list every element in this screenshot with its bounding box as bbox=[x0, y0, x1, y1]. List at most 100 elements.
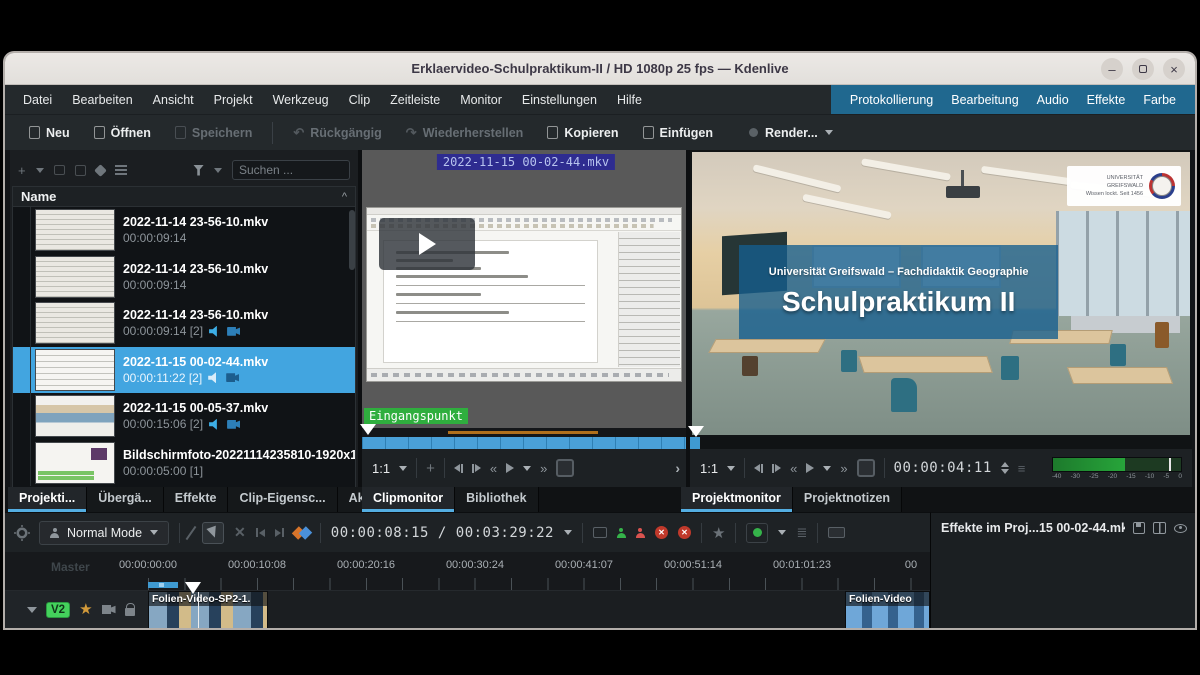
dock-tab[interactable]: Effekte bbox=[164, 487, 229, 512]
bin-column-header[interactable]: Name ^ bbox=[12, 186, 356, 207]
show-effects-icon[interactable] bbox=[1174, 524, 1187, 533]
record-button[interactable] bbox=[746, 523, 768, 543]
dock-tab[interactable]: Clip-Eigensc... bbox=[228, 487, 337, 512]
edit-mode-select[interactable]: Normal Mode bbox=[39, 521, 169, 545]
workspace-tab[interactable]: Effekte bbox=[1078, 87, 1135, 113]
video-track[interactable]: V2 ★ Folien-Video-SP2-1. Folien-Video bbox=[5, 590, 930, 628]
menu-item[interactable]: Zeitleiste bbox=[380, 87, 450, 113]
chevron-down-icon[interactable] bbox=[727, 466, 735, 471]
expand-icon[interactable]: › bbox=[675, 460, 680, 476]
dock-tab[interactable]: Bibliothek bbox=[455, 487, 538, 512]
zone-bar[interactable] bbox=[448, 431, 598, 434]
razor-tool-icon[interactable] bbox=[186, 525, 197, 539]
menu-item[interactable]: Einstellungen bbox=[512, 87, 607, 113]
loop-zone-button[interactable] bbox=[556, 459, 574, 477]
menu-item[interactable]: Bearbeiten bbox=[62, 87, 142, 113]
dock-tab[interactable]: Projektnotizen bbox=[793, 487, 902, 512]
thumbnail-view-icon[interactable] bbox=[593, 527, 607, 538]
dock-tab[interactable]: Übergä... bbox=[87, 487, 164, 512]
workspace-tab[interactable]: Farbe bbox=[1134, 87, 1185, 113]
chevron-down-icon[interactable] bbox=[36, 168, 44, 173]
chevron-down-icon[interactable] bbox=[823, 466, 831, 471]
maximize-icon[interactable] bbox=[1132, 58, 1154, 80]
hide-video-icon[interactable] bbox=[102, 605, 116, 614]
dock-tab[interactable]: Projektmonitor bbox=[681, 487, 793, 512]
chevron-down-icon[interactable] bbox=[778, 530, 786, 535]
menu-item[interactable]: Clip bbox=[339, 87, 381, 113]
folder-icon[interactable] bbox=[54, 165, 66, 175]
toolbar-button[interactable]: ↷ Wiederherstellen bbox=[394, 119, 536, 147]
select-tool-button[interactable] bbox=[202, 522, 224, 544]
project-monitor-view[interactable]: Universität Greifswald – Fachdidaktik Ge… bbox=[692, 152, 1190, 435]
rewind-icon[interactable]: « bbox=[790, 462, 797, 475]
chevron-down-icon[interactable] bbox=[523, 466, 531, 471]
render-button[interactable]: Render... bbox=[739, 120, 843, 146]
timeline-playhead-line[interactable] bbox=[198, 592, 199, 628]
zoom-level[interactable]: 1:1 bbox=[372, 461, 390, 476]
close-icon[interactable]: × bbox=[1163, 58, 1185, 80]
titlebar[interactable]: Erklaervideo-Schulpraktikum-II / HD 1080… bbox=[5, 53, 1195, 85]
goto-out-icon[interactable] bbox=[472, 464, 481, 473]
rewind-icon[interactable]: « bbox=[490, 462, 497, 475]
menu-item[interactable]: Werkzeug bbox=[263, 87, 339, 113]
toolbar-button[interactable]: Kopieren bbox=[535, 120, 630, 146]
chevron-down-icon[interactable] bbox=[564, 530, 572, 535]
play-button[interactable] bbox=[506, 463, 514, 473]
toolbar-button[interactable]: Speichern bbox=[163, 120, 264, 146]
mixer-icon[interactable]: ≣ bbox=[796, 525, 807, 541]
forward-icon[interactable]: » bbox=[540, 462, 547, 475]
monitor-seek-ruler[interactable] bbox=[362, 437, 690, 449]
add-zone-icon[interactable]: + bbox=[426, 461, 435, 476]
monitor-seek-ruler[interactable] bbox=[690, 437, 1192, 449]
insert-track-icon[interactable] bbox=[617, 533, 626, 538]
zoom-level[interactable]: 1:1 bbox=[700, 461, 718, 476]
timeline-timecode[interactable]: 00:00:08:15 / 00:03:29:22 bbox=[331, 525, 554, 541]
timeline-ruler-ticks[interactable] bbox=[148, 578, 930, 590]
playhead-marker[interactable] bbox=[688, 426, 704, 437]
search-input[interactable] bbox=[232, 160, 350, 180]
timeline-clip[interactable]: Folien-Video-SP2-1. bbox=[148, 591, 268, 628]
chevron-down-icon[interactable] bbox=[399, 466, 407, 471]
playhead-marker[interactable] bbox=[360, 424, 376, 435]
gear-icon[interactable] bbox=[19, 530, 25, 536]
extract-zone-icon[interactable] bbox=[275, 528, 284, 537]
dock-tab[interactable]: Projekti... bbox=[8, 487, 87, 512]
toolbar-button[interactable]: ↶ Rückgängig bbox=[281, 119, 393, 147]
goto-in-icon[interactable] bbox=[754, 464, 763, 473]
remove-all-space-icon[interactable]: ✕ bbox=[678, 526, 691, 539]
subtitle-tool-icon[interactable] bbox=[828, 527, 845, 538]
bin-item[interactable]: Bildschirmfoto-20221114235810-1920x108 0… bbox=[13, 440, 355, 487]
delete-track-icon[interactable] bbox=[636, 533, 645, 538]
bin-item[interactable]: 2022-11-14 23-56-10.mkv 00:00:09:14 [2] bbox=[13, 300, 355, 347]
minimize-icon[interactable]: – bbox=[1101, 58, 1123, 80]
workspace-tab[interactable]: Audio bbox=[1028, 87, 1078, 113]
menu-item[interactable]: Monitor bbox=[450, 87, 512, 113]
goto-in-icon[interactable] bbox=[454, 464, 463, 473]
loop-zone-button[interactable] bbox=[857, 459, 875, 477]
toolbar-button[interactable]: Neu bbox=[17, 120, 82, 146]
bin-item[interactable]: 2022-11-15 00-05-37.mkv 00:00:15:06 [2] bbox=[13, 393, 355, 440]
timeline-zone-bar[interactable] bbox=[148, 582, 178, 588]
bin-item[interactable]: 2022-11-14 23-56-10.mkv 00:00:09:14 bbox=[13, 207, 355, 254]
scrollbar[interactable] bbox=[349, 210, 355, 270]
favorite-effects-icon[interactable]: ★ bbox=[712, 524, 725, 542]
add-clip-icon[interactable]: + bbox=[18, 164, 26, 177]
track-effects-icon[interactable]: ★ bbox=[79, 602, 92, 617]
filter-icon[interactable] bbox=[193, 165, 204, 176]
save-effect-icon[interactable] bbox=[1133, 522, 1145, 534]
remove-space-icon[interactable]: ✕ bbox=[655, 526, 668, 539]
timecode-display[interactable]: 00:00:04:11 bbox=[894, 460, 992, 476]
view-mode-icon[interactable] bbox=[115, 165, 127, 175]
collapse-track-icon[interactable] bbox=[27, 607, 37, 613]
chevron-down-icon[interactable] bbox=[214, 168, 222, 173]
lock-track-icon[interactable] bbox=[125, 608, 135, 616]
play-button[interactable] bbox=[806, 463, 814, 473]
toolbar-button[interactable]: Öffnen bbox=[82, 120, 163, 146]
play-overlay[interactable] bbox=[379, 218, 475, 270]
dock-tab[interactable]: Clipmonitor bbox=[362, 487, 455, 512]
menu-item[interactable]: Projekt bbox=[204, 87, 263, 113]
menu-item[interactable]: Datei bbox=[13, 87, 62, 113]
mix-clips-icon[interactable] bbox=[294, 525, 310, 541]
menu-item[interactable]: Hilfe bbox=[607, 87, 652, 113]
insert-zone-icon[interactable] bbox=[256, 528, 265, 537]
